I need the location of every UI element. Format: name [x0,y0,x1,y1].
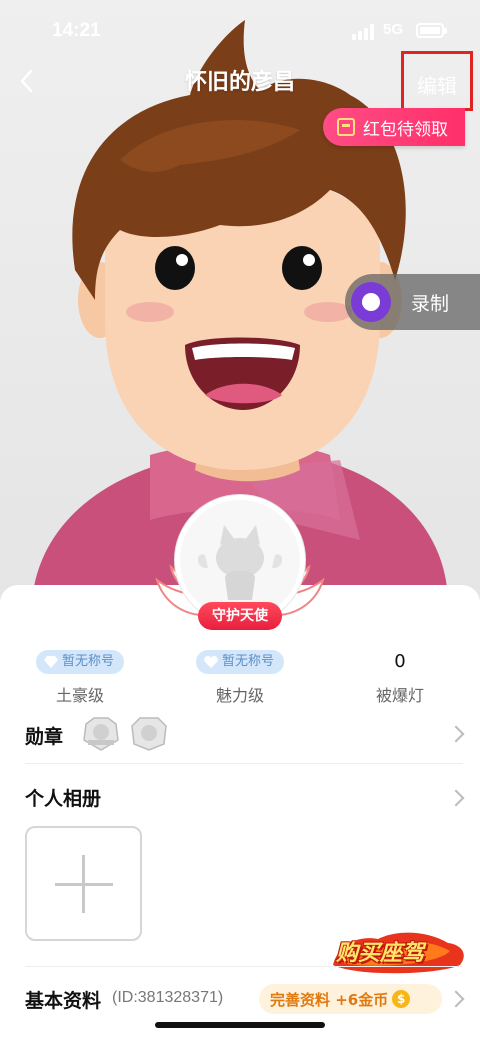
buy-seat-label: 购买座驾 [336,941,425,966]
record-label: 录制 [411,292,450,315]
lights-label: 被爆灯 [375,686,424,705]
medals-title: 勋章 [25,726,64,748]
complete-profile-label: 完善资料 +6金币 [270,990,389,1009]
redpacket-label: 红包待领取 [363,119,448,140]
divider [25,966,463,967]
lights-stat[interactable]: 0 被爆灯 [320,650,480,706]
status-time: 14:21 [52,20,101,41]
record-icon [351,282,391,322]
user-id: (ID:381328371) [112,989,224,1006]
signal-icon [352,24,376,40]
medal-badge-icon [83,717,119,751]
wealth-level[interactable]: 暂无称号 土豪级 [0,650,160,706]
record-button[interactable]: 录制 [345,274,480,330]
redpacket-button[interactable]: 红包待领取 [323,108,465,146]
chevron-right-icon [447,725,465,743]
guardian-angel[interactable]: 守护天使 [155,495,325,640]
divider [25,763,463,764]
stats-row: 暂无称号 土豪级 暂无称号 魅力级 0 被爆灯 [0,650,480,710]
complete-profile-button[interactable]: 完善资料 +6金币 $ [259,984,442,1014]
guardian-label: 守护天使 [198,602,282,630]
network-type: 5G [383,21,404,38]
coin-icon: $ [392,990,411,1008]
battery-icon [416,23,447,38]
home-indicator[interactable] [155,1022,325,1028]
charm-title-text: 暂无称号 [221,654,274,669]
medals-row[interactable]: 勋章 [0,712,480,760]
album-title: 个人相册 [25,788,102,810]
wealth-title-text: 暂无称号 [61,654,114,669]
wealth-title-badge: 暂无称号 [35,650,124,674]
charm-title-badge: 暂无称号 [195,650,284,674]
diamond-icon [43,656,58,668]
basic-info-title: 基本资料 [25,990,102,1012]
add-photo-button[interactable] [25,826,142,941]
medal-badge-icon [131,717,167,751]
charm-level-label: 魅力级 [215,686,264,705]
album-row[interactable]: 个人相册 [0,780,480,816]
page-title: 怀旧的彦昌 [184,70,295,95]
back-button[interactable] [14,66,44,96]
envelope-icon [337,118,355,136]
chevron-left-icon [20,69,33,93]
wealth-level-label: 土豪级 [55,686,104,705]
buy-seat-banner[interactable]: 购买座驾 [328,925,468,980]
lights-count: 0 [394,651,406,672]
chevron-right-icon [447,789,465,807]
charm-level[interactable]: 暂无称号 魅力级 [160,650,320,706]
edit-button[interactable]: 编辑 [401,51,473,111]
heart-icon [204,656,218,668]
